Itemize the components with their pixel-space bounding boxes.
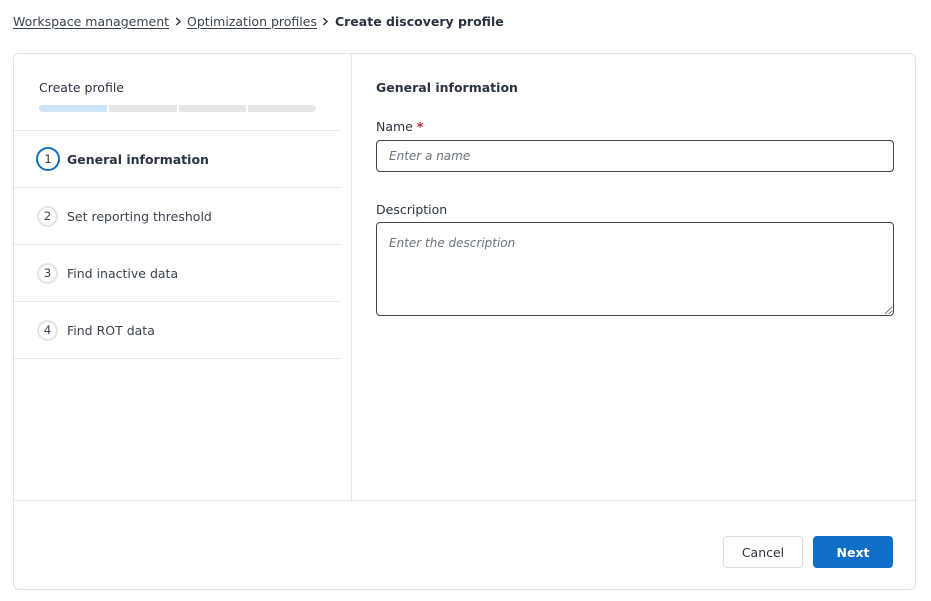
breadcrumb-link-workspace-management[interactable]: Workspace management: [13, 14, 169, 29]
progress-segment-1: [39, 105, 107, 112]
step-number-badge: 1: [36, 147, 60, 171]
section-title: General information: [376, 80, 518, 95]
required-marker: *: [416, 119, 424, 134]
breadcrumb: Workspace management Optimization profil…: [13, 12, 504, 30]
name-label-text: Name: [376, 119, 413, 134]
wizard-card: Create profile 1 General information 2 S…: [13, 53, 916, 590]
step-number-badge: 2: [37, 205, 58, 227]
step-number-badge: 3: [37, 262, 58, 284]
name-input[interactable]: [376, 140, 894, 172]
chevron-right-icon: [169, 17, 187, 26]
step-label: Find ROT data: [67, 322, 155, 338]
step-find-inactive-data[interactable]: 3 Find inactive data: [14, 244, 341, 301]
wizard-footer: Cancel Next: [14, 500, 915, 589]
step-find-rot-data[interactable]: 4 Find ROT data: [14, 301, 341, 359]
step-label: Find inactive data: [67, 265, 179, 281]
step-label: General information: [67, 151, 209, 167]
breadcrumb-current: Create discovery profile: [334, 13, 504, 29]
wizard-title: Create profile: [39, 80, 124, 95]
wizard-steps: 1 General information 2 Set reporting th…: [14, 130, 341, 359]
cancel-button[interactable]: Cancel: [723, 536, 803, 568]
step-set-reporting-threshold[interactable]: 2 Set reporting threshold: [14, 187, 341, 244]
chevron-right-icon: [317, 17, 335, 26]
breadcrumb-link-optimization-profiles[interactable]: Optimization profiles: [187, 14, 317, 29]
next-button[interactable]: Next: [813, 536, 893, 568]
wizard-sidebar: Create profile 1 General information 2 S…: [14, 54, 352, 500]
step-general-information[interactable]: 1 General information: [14, 130, 341, 187]
wizard-progress-bar: [39, 105, 316, 112]
description-textarea[interactable]: [376, 222, 894, 316]
step-number-badge: 4: [37, 319, 58, 341]
page: Workspace management Optimization profil…: [0, 0, 931, 601]
description-field-label: Description: [376, 202, 448, 217]
progress-segment-2: [108, 105, 177, 112]
form-pane: General information Name * Description: [352, 54, 915, 500]
name-field-label: Name *: [376, 119, 423, 134]
progress-segment-3: [178, 105, 247, 112]
step-label: Set reporting threshold: [67, 208, 212, 224]
progress-segment-4: [248, 105, 316, 112]
